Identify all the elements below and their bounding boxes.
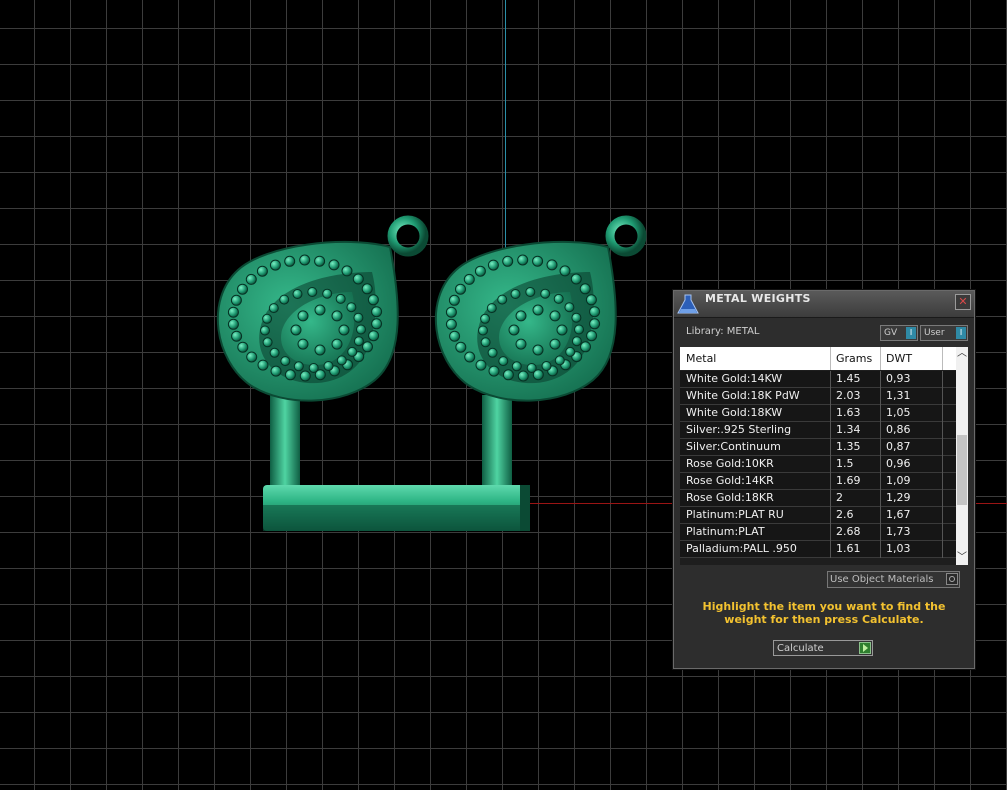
- play-arrow-icon: [859, 642, 871, 654]
- chevron-up-icon[interactable]: ︿: [956, 347, 968, 361]
- cell-dwt: 1,05: [886, 406, 911, 419]
- cell-grams: 2.6: [836, 508, 854, 521]
- cell-metal: Palladium:PALL .950: [686, 542, 797, 555]
- cell-metal: Silver:.925 Sterling: [686, 423, 792, 436]
- checkbox-icon[interactable]: [946, 573, 958, 585]
- cell-grams: 2: [836, 491, 843, 504]
- table-row[interactable]: Rose Gold:18KR 2 1,29: [680, 490, 956, 507]
- panel-titlebar[interactable]: METAL WEIGHTS ✕: [674, 291, 974, 318]
- cell-dwt: 1,03: [886, 542, 911, 555]
- gv-toggle-label: GV: [884, 328, 898, 338]
- user-toggle[interactable]: User I: [920, 325, 968, 341]
- scroll-thumb[interactable]: [957, 435, 967, 505]
- table-row[interactable]: White Gold:18K PdW 2.03 1,31: [680, 388, 956, 405]
- table-row[interactable]: Platinum:PLAT RU 2.6 1,67: [680, 507, 956, 524]
- cell-metal: Rose Gold:10KR: [686, 457, 774, 470]
- cell-dwt: 1,73: [886, 525, 911, 538]
- cell-dwt: 0,93: [886, 372, 911, 385]
- panel-title: METAL WEIGHTS: [705, 292, 811, 305]
- metal-weights-panel[interactable]: METAL WEIGHTS ✕ Library: METAL GV I User…: [673, 290, 975, 669]
- table-row[interactable]: Silver:Continuum 1.35 0,87: [680, 439, 956, 456]
- calculate-button[interactable]: Calculate: [773, 640, 873, 656]
- table-row[interactable]: Silver:.925 Sterling 1.34 0,86: [680, 422, 956, 439]
- close-icon[interactable]: ✕: [955, 294, 971, 310]
- cell-grams: 1.45: [836, 372, 861, 385]
- cell-dwt: 1,67: [886, 508, 911, 521]
- cell-grams: 1.63: [836, 406, 861, 419]
- calculate-label: Calculate: [777, 643, 824, 654]
- cell-grams: 1.35: [836, 440, 861, 453]
- chevron-down-icon[interactable]: ﹀: [956, 551, 968, 565]
- cell-metal: White Gold:18K PdW: [686, 389, 800, 402]
- cell-grams: 1.5: [836, 457, 854, 470]
- cell-metal: Platinum:PLAT RU: [686, 508, 784, 521]
- library-label: Library: METAL: [686, 326, 760, 337]
- cell-metal: Platinum:PLAT: [686, 525, 765, 538]
- column-header-metal[interactable]: Metal: [686, 352, 716, 365]
- cell-metal: Rose Gold:14KR: [686, 474, 774, 487]
- cell-grams: 1.69: [836, 474, 861, 487]
- column-header-grams[interactable]: Grams: [836, 352, 872, 365]
- table-row[interactable]: White Gold:18KW 1.63 1,05: [680, 405, 956, 422]
- use-object-materials-checkbox[interactable]: Use Object Materials: [827, 571, 960, 588]
- flask-logo-icon: [677, 294, 699, 314]
- table-scrollbar[interactable]: ︿ ﹀: [956, 347, 968, 565]
- user-toggle-label: User: [924, 328, 945, 338]
- cell-metal: White Gold:14KW: [686, 372, 783, 385]
- toggle-knob-icon: I: [956, 327, 966, 339]
- table-row[interactable]: Rose Gold:10KR 1.5 0,96: [680, 456, 956, 473]
- post-bar-frame: [263, 395, 530, 531]
- cell-dwt: 1,29: [886, 491, 911, 504]
- instruction-text: Highlight the item you want to find the …: [702, 600, 946, 626]
- cell-grams: 2.68: [836, 525, 861, 538]
- cell-metal: Silver:Continuum: [686, 440, 781, 453]
- table-row[interactable]: Platinum:PLAT 2.68 1,73: [680, 524, 956, 541]
- column-header-dwt[interactable]: DWT: [886, 352, 912, 365]
- table-header: Metal Grams DWT: [680, 347, 956, 370]
- table-row[interactable]: Rose Gold:14KR 1.69 1,09: [680, 473, 956, 490]
- cell-grams: 1.34: [836, 423, 861, 436]
- cell-dwt: 0,87: [886, 440, 911, 453]
- cell-metal: Rose Gold:18KR: [686, 491, 774, 504]
- cell-grams: 1.61: [836, 542, 861, 555]
- gv-toggle[interactable]: GV I: [880, 325, 918, 341]
- use-object-materials-label: Use Object Materials: [830, 574, 934, 585]
- cell-dwt: 0,96: [886, 457, 911, 470]
- cell-dwt: 0,86: [886, 423, 911, 436]
- cell-grams: 2.03: [836, 389, 861, 402]
- cell-dwt: 1,31: [886, 389, 911, 402]
- metal-table[interactable]: Metal Grams DWT White Gold:14KW 1.45 0,93 W…: [680, 347, 968, 565]
- toggle-knob-icon: I: [906, 327, 916, 339]
- cell-metal: White Gold:18KW: [686, 406, 783, 419]
- table-row[interactable]: White Gold:14KW 1.45 0,93: [680, 371, 956, 388]
- table-row[interactable]: Palladium:PALL .950 1.61 1,03: [680, 541, 956, 558]
- cell-dwt: 1,09: [886, 474, 911, 487]
